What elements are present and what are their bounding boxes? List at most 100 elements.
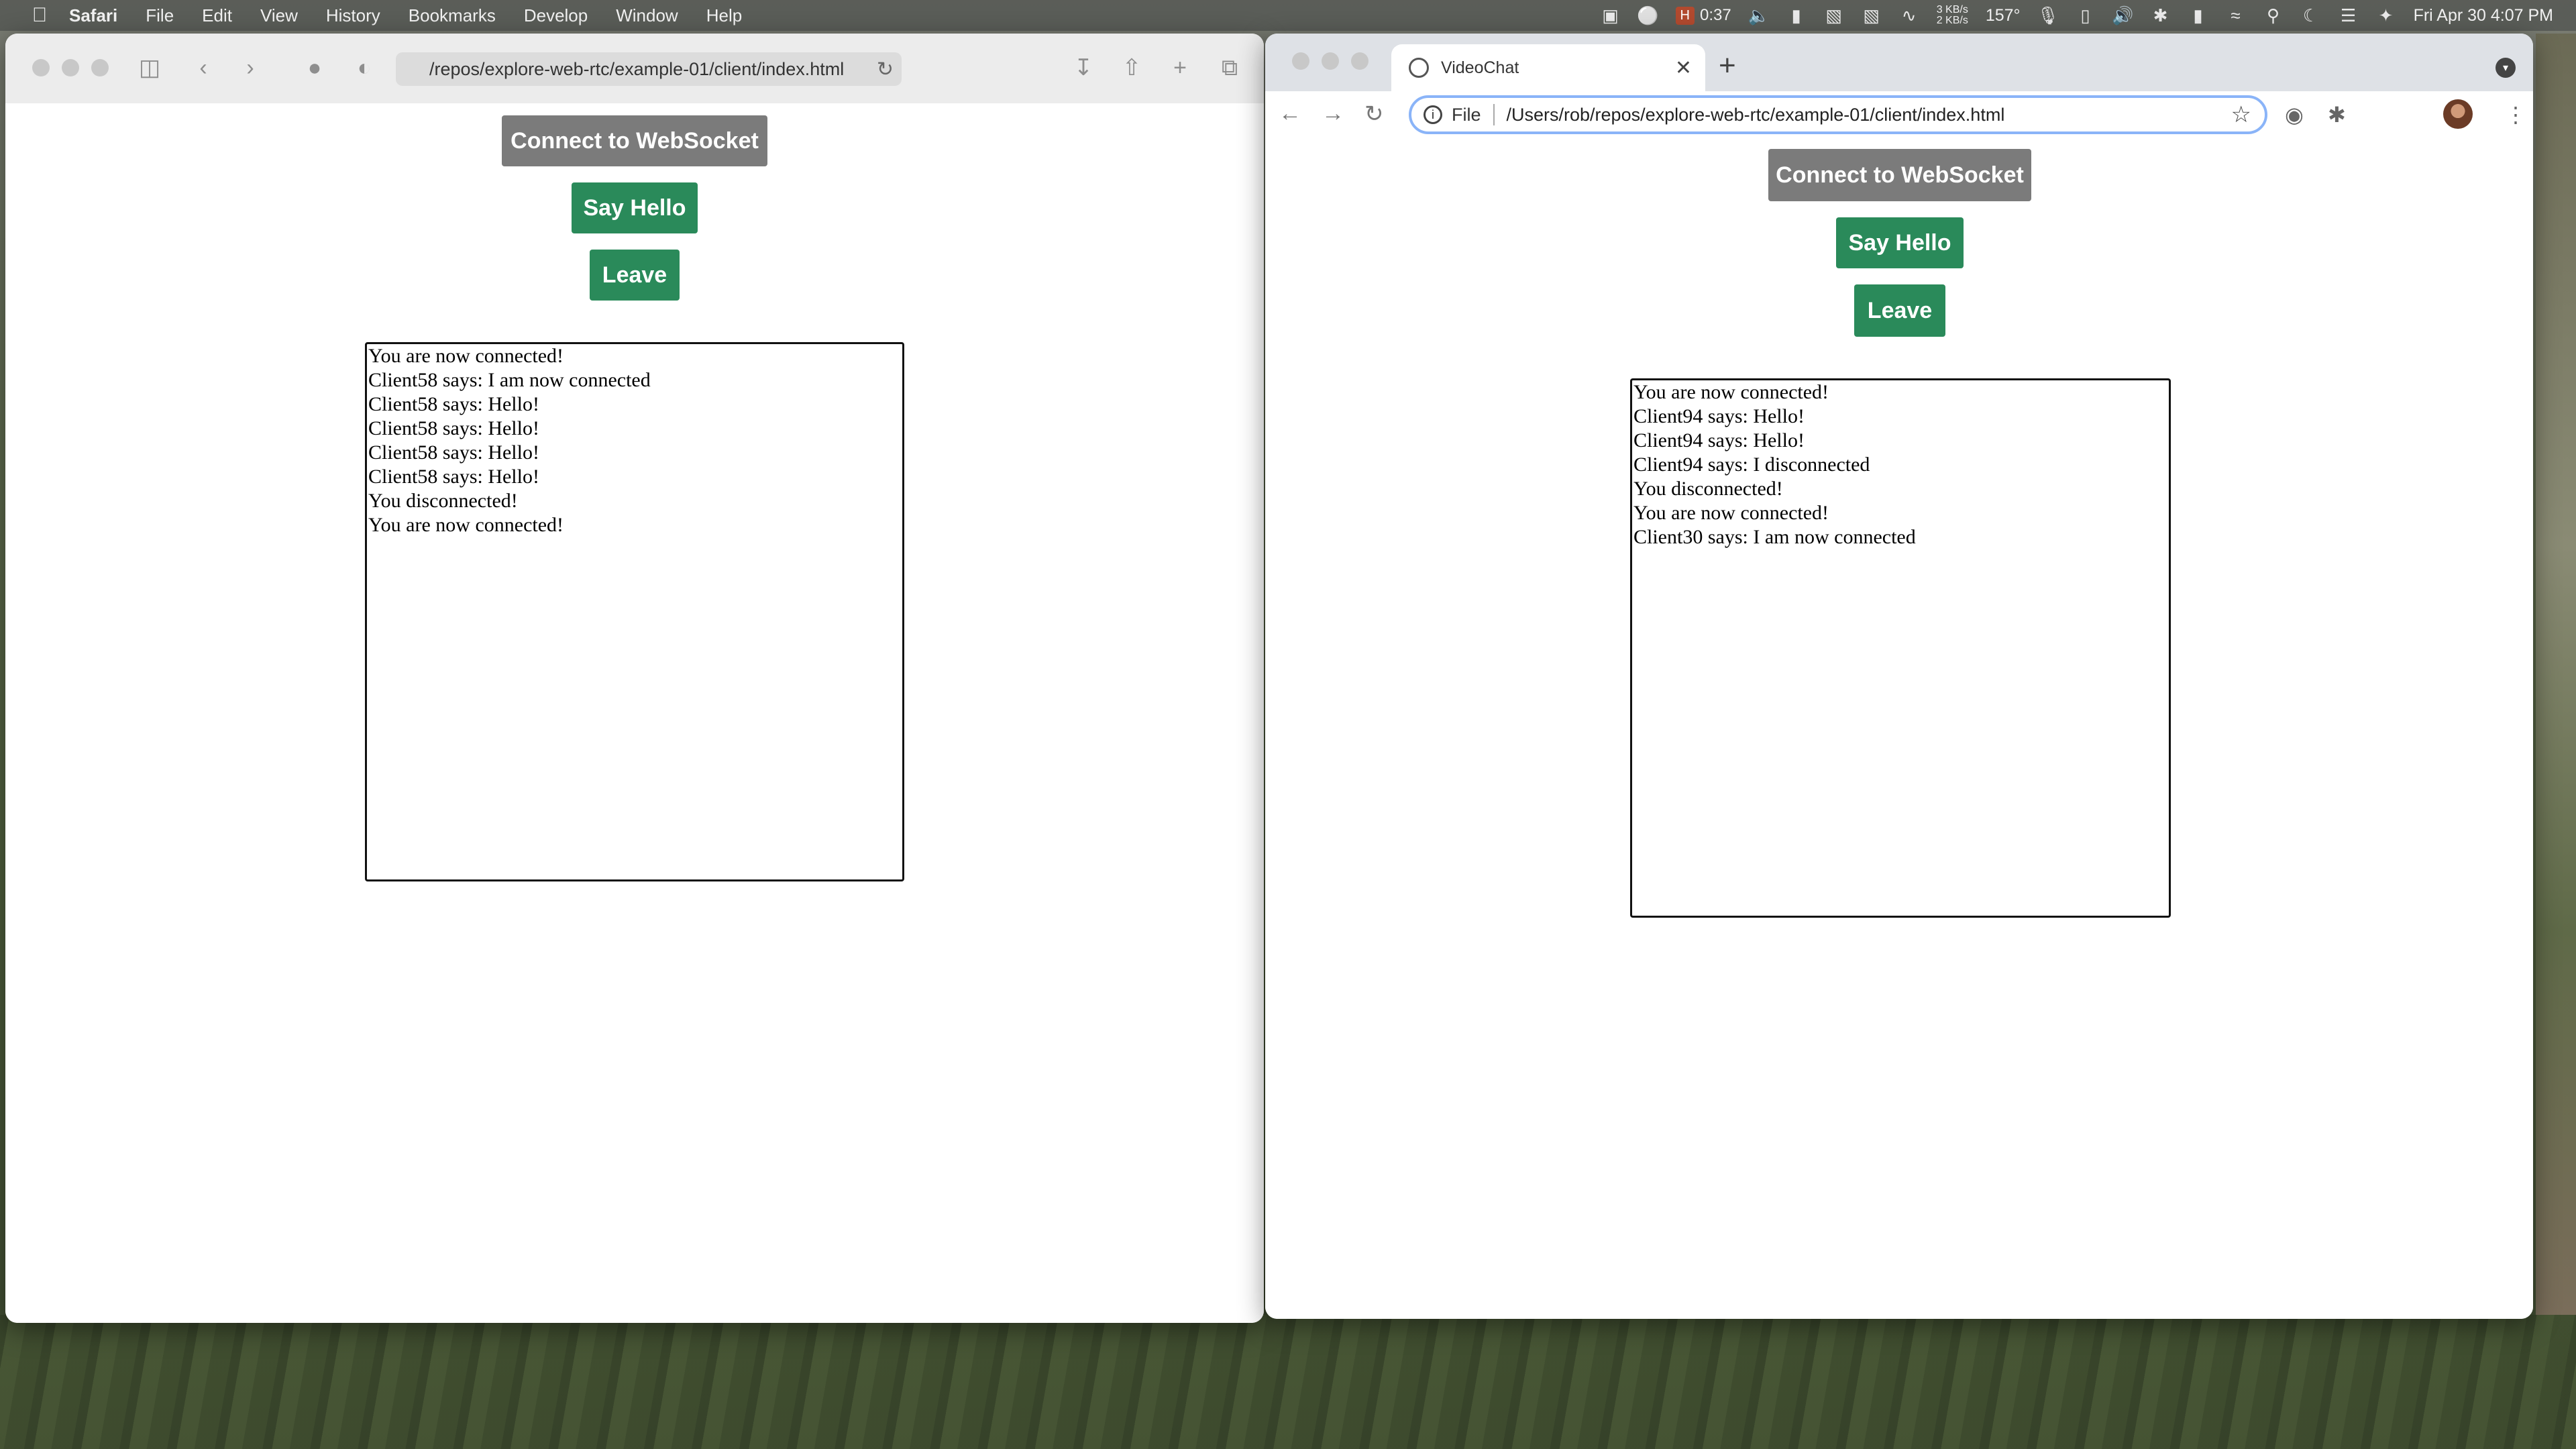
- menu-history[interactable]: History: [312, 0, 394, 31]
- microphone-icon[interactable]: 🎙: [2037, 5, 2059, 25]
- more-menu-icon[interactable]: ⋮: [2505, 102, 2526, 127]
- siri-icon[interactable]: ✦: [2376, 5, 2396, 25]
- log-line: Client58 says: Hello!: [368, 466, 539, 488]
- menu-app-name[interactable]: Safari: [55, 0, 131, 31]
- menu-bookmarks[interactable]: Bookmarks: [394, 0, 510, 31]
- date-time[interactable]: Fri Apr 30 4:07 PM: [2414, 6, 2553, 25]
- log-line: Client58 says: Hello!: [368, 417, 539, 439]
- log-line: Client58 says: Hello!: [368, 441, 539, 464]
- menu-help[interactable]: Help: [692, 0, 756, 31]
- battery-widget-icon[interactable]: ▯: [2076, 5, 2096, 25]
- activity-icon[interactable]: ∿: [1899, 5, 1919, 25]
- back-icon[interactable]: ←: [1279, 101, 1301, 127]
- back-icon[interactable]: ‹: [188, 52, 219, 83]
- tab-overview-icon[interactable]: ⧉: [1214, 52, 1245, 83]
- apple-menu-icon[interactable]: : [24, 0, 55, 31]
- spotlight-search-icon[interactable]: ⚲: [2263, 5, 2284, 25]
- connect-websocket-button[interactable]: Connect to WebSocket: [1768, 149, 2031, 201]
- menu-edit[interactable]: Edit: [188, 0, 246, 31]
- bluetooth-icon[interactable]: ✱: [2151, 5, 2171, 25]
- share-icon[interactable]: ⇧: [1116, 52, 1147, 83]
- vpn-icon[interactable]: ⚪: [1637, 5, 1658, 25]
- reload-icon[interactable]: ↻: [1364, 101, 1384, 127]
- timer-value: 0:37: [1699, 6, 1731, 24]
- log-line: Client58 says: I am now connected: [368, 369, 651, 391]
- log-line: Client58 says: Hello!: [368, 393, 539, 415]
- disk-meter-icon[interactable]: ▧: [1862, 5, 1882, 25]
- log-line: You are now connected!: [1633, 502, 1829, 524]
- globe-icon: [1409, 58, 1429, 78]
- memory-meter-icon[interactable]: ▧: [1824, 5, 1844, 25]
- message-log[interactable]: You are now connected! Client94 says: He…: [1630, 378, 2171, 918]
- do-not-disturb-icon[interactable]: ☾: [2301, 5, 2321, 25]
- say-hello-button[interactable]: Say Hello: [1836, 217, 1964, 268]
- menu-view[interactable]: View: [246, 0, 312, 31]
- screen-record-icon[interactable]: ▣: [1601, 5, 1621, 25]
- cpu-meter-icon[interactable]: ▮: [1786, 5, 1807, 25]
- zoom-window-button[interactable]: [91, 59, 109, 76]
- connect-websocket-button[interactable]: Connect to WebSocket: [502, 115, 767, 166]
- network-speed[interactable]: 3 KB/s 2 KB/s: [1937, 5, 1968, 26]
- leave-button[interactable]: Leave: [1854, 284, 1945, 337]
- desktop-wallpaper: [0, 1315, 2576, 1449]
- reload-icon[interactable]: ↻: [877, 58, 894, 81]
- timer-badge: H: [1675, 6, 1695, 25]
- log-line: Client94 says: Hello!: [1633, 429, 1805, 451]
- tab-videochat[interactable]: VideoChat ✕: [1391, 44, 1705, 91]
- safari-window: ◫ ‹ › ● ◐ /repos/explore-web-rtc/example…: [5, 34, 1264, 1323]
- network-up: 3 KB/s: [1936, 4, 1968, 15]
- chrome-toolbar: ← → ↻ i File /Users/rob/repos/explore-we…: [1265, 91, 2533, 141]
- address-bar[interactable]: /repos/explore-web-rtc/example-01/client…: [396, 52, 902, 86]
- log-line: You disconnected!: [368, 490, 518, 512]
- address-text: /repos/explore-web-rtc/example-01/client…: [429, 58, 845, 79]
- menu-window[interactable]: Window: [602, 0, 692, 31]
- log-line: Client94 says: Hello!: [1633, 405, 1805, 427]
- log-line: Client94 says: I disconnected: [1633, 453, 1870, 476]
- extension-icon[interactable]: ◉: [2285, 102, 2304, 127]
- omnibox[interactable]: i File /Users/rob/repos/explore-web-rtc/…: [1409, 95, 2267, 134]
- window-controls: [1292, 52, 1368, 70]
- volume-icon[interactable]: 🔊: [2112, 5, 2133, 25]
- speaker-icon[interactable]: 🔈: [1748, 5, 1770, 25]
- sidebar-toggle-icon[interactable]: ◫: [134, 52, 165, 83]
- extension-icon[interactable]: ●: [299, 52, 330, 83]
- message-log[interactable]: You are now connected! Client58 says: I …: [365, 342, 904, 881]
- profile-avatar[interactable]: [2443, 99, 2473, 129]
- omnibox-scheme: File: [1452, 104, 1481, 125]
- log-line: You disconnected!: [1633, 478, 1783, 500]
- chrome-tab-bar: VideoChat ✕ + ▾: [1265, 34, 2533, 91]
- site-info-icon[interactable]: i: [1424, 105, 1442, 124]
- leave-button[interactable]: Leave: [590, 250, 680, 301]
- close-tab-icon[interactable]: ✕: [1675, 56, 1692, 80]
- privacy-shield-icon[interactable]: ◐: [349, 52, 380, 83]
- control-center-icon[interactable]: ☰: [2339, 5, 2359, 25]
- new-tab-icon[interactable]: +: [1165, 52, 1195, 83]
- zoom-window-button[interactable]: [1351, 52, 1368, 70]
- bookmark-star-icon[interactable]: ☆: [2231, 101, 2251, 128]
- battery-icon[interactable]: ▮: [2188, 5, 2208, 25]
- close-window-button[interactable]: [1292, 52, 1309, 70]
- downloads-icon[interactable]: ↧: [1068, 52, 1099, 83]
- temperature-readout[interactable]: 157°: [1986, 6, 2021, 25]
- wifi-icon[interactable]: ≈: [2226, 5, 2246, 25]
- menu-file[interactable]: File: [131, 0, 188, 31]
- close-window-button[interactable]: [32, 59, 50, 76]
- safari-toolbar: ◫ ‹ › ● ◐ /repos/explore-web-rtc/example…: [5, 34, 1264, 105]
- say-hello-button[interactable]: Say Hello: [572, 182, 698, 233]
- tab-search-icon[interactable]: ▾: [2496, 58, 2516, 78]
- chrome-page-content: Connect to WebSocket Say Hello Leave You…: [1265, 140, 2533, 1319]
- new-tab-icon[interactable]: +: [1719, 51, 1736, 80]
- log-line: Client30 says: I am now connected: [1633, 526, 1916, 548]
- forward-icon[interactable]: →: [1322, 101, 1344, 127]
- minimize-window-button[interactable]: [1322, 52, 1339, 70]
- tab-title: VideoChat: [1441, 58, 1519, 77]
- chrome-window: VideoChat ✕ + ▾ ← → ↻ i File /Users/rob/…: [1265, 34, 2533, 1319]
- timer-widget[interactable]: H 0:37: [1675, 6, 1731, 25]
- menu-develop[interactable]: Develop: [510, 0, 602, 31]
- forward-icon[interactable]: ›: [235, 52, 266, 83]
- minimize-window-button[interactable]: [62, 59, 79, 76]
- network-down: 2 KB/s: [1936, 15, 1968, 26]
- menu-bar:  Safari File Edit View History Bookmark…: [0, 0, 2576, 31]
- puzzle-extensions-icon[interactable]: ✱: [2328, 102, 2346, 127]
- omnibox-url: /Users/rob/repos/explore-web-rtc/example…: [1506, 104, 2005, 125]
